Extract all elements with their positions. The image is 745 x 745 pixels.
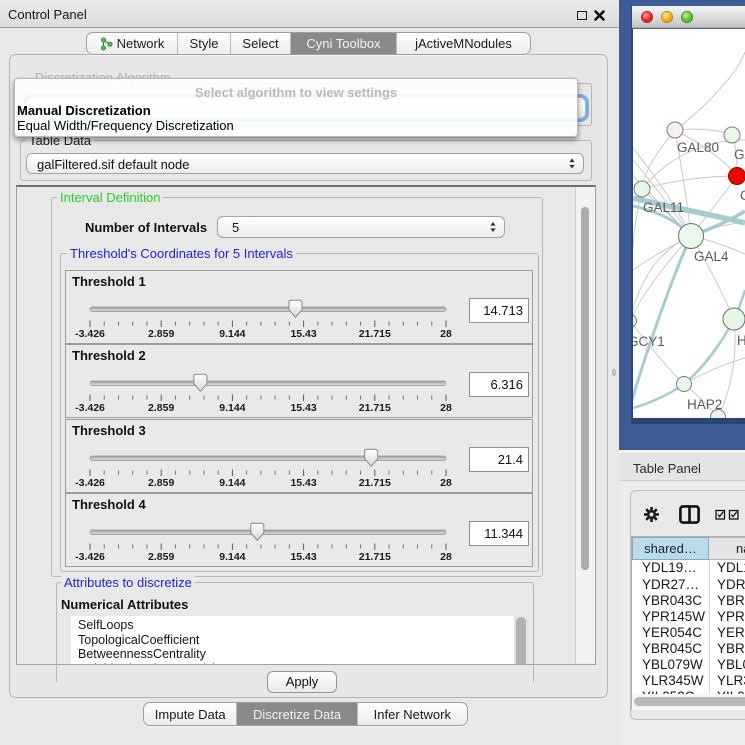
- svg-text:15.43: 15.43: [290, 477, 316, 489]
- svg-text:28: 28: [440, 402, 452, 414]
- svg-text:9.144: 9.144: [219, 328, 245, 340]
- svg-text:2.859: 2.859: [148, 477, 174, 489]
- svg-text:9.144: 9.144: [219, 402, 245, 414]
- svg-text:GAL80: GAL80: [677, 140, 719, 155]
- svg-text:21.715: 21.715: [359, 402, 391, 414]
- svg-text:HAP2: HAP2: [687, 397, 722, 412]
- svg-text:15.43: 15.43: [290, 402, 316, 414]
- svg-text:-3.426: -3.426: [75, 477, 105, 489]
- svg-text:2.859: 2.859: [148, 328, 174, 340]
- svg-text:GA: GA: [734, 147, 745, 162]
- svg-text:-3.426: -3.426: [75, 328, 105, 340]
- svg-text:15.43: 15.43: [290, 551, 316, 563]
- svg-text:28: 28: [440, 477, 452, 489]
- svg-text:28: 28: [440, 328, 452, 340]
- svg-text:-3.426: -3.426: [75, 551, 105, 563]
- svg-text:9.144: 9.144: [219, 477, 245, 489]
- svg-text:2.859: 2.859: [148, 402, 174, 414]
- svg-text:H: H: [737, 333, 745, 348]
- svg-text:9.144: 9.144: [219, 551, 245, 563]
- svg-text:21.715: 21.715: [359, 328, 391, 340]
- svg-text:C: C: [740, 188, 745, 203]
- svg-text:28: 28: [440, 551, 452, 563]
- svg-text:GAL4: GAL4: [694, 249, 729, 264]
- svg-text:-3.426: -3.426: [75, 402, 105, 414]
- svg-text:21.715: 21.715: [359, 551, 391, 563]
- svg-text:15.43: 15.43: [290, 328, 316, 340]
- svg-text:21.715: 21.715: [359, 477, 391, 489]
- svg-text:GAL11: GAL11: [643, 200, 684, 215]
- svg-text:2.859: 2.859: [148, 551, 174, 563]
- svg-text:GCY1: GCY1: [628, 334, 665, 349]
